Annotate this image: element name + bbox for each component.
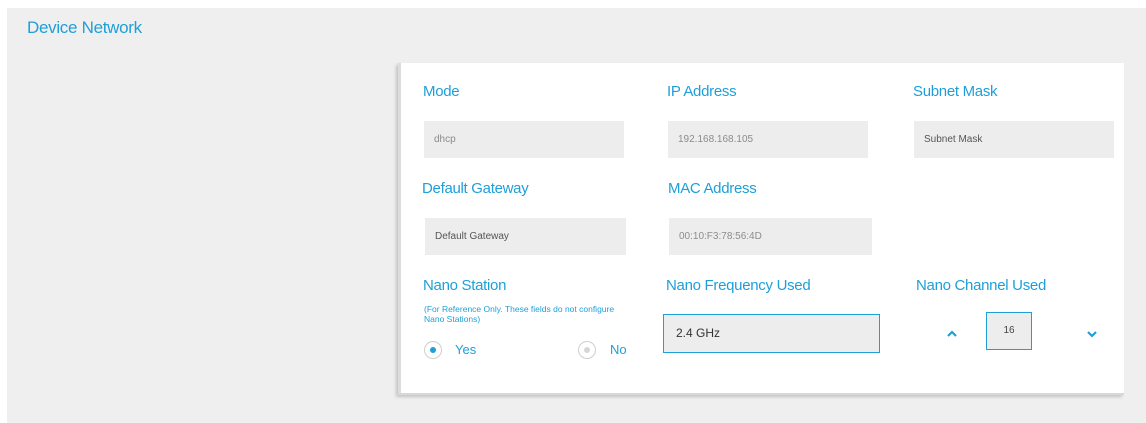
nano-frequency-field[interactable]: 2.4 GHz xyxy=(663,314,880,353)
default-gateway-field[interactable]: Default Gateway xyxy=(425,218,626,255)
default-gateway-label: Default Gateway xyxy=(422,180,529,197)
section-title: Device Network xyxy=(27,18,142,37)
nano-station-no-radio[interactable] xyxy=(578,341,596,359)
mode-label: Mode xyxy=(423,83,460,100)
nano-station-label: Nano Station xyxy=(423,277,507,294)
mac-address-field[interactable]: 00:10:F3:78:56:4D xyxy=(669,218,872,255)
subnet-mask-label: Subnet Mask xyxy=(913,83,998,100)
nano-station-no-label[interactable]: No xyxy=(610,342,627,357)
subnet-mask-field[interactable]: Subnet Mask xyxy=(914,121,1114,158)
nano-station-note: (For Reference Only. These fields do not… xyxy=(424,304,615,324)
mode-field[interactable]: dhcp xyxy=(424,121,624,158)
nano-station-yes-label[interactable]: Yes xyxy=(455,342,476,357)
nano-frequency-label: Nano Frequency Used xyxy=(666,277,811,294)
radio-dot xyxy=(430,347,436,353)
chevron-down-icon[interactable] xyxy=(1084,326,1100,342)
nano-station-yes-radio[interactable] xyxy=(424,341,442,359)
radio-dot xyxy=(584,347,590,353)
nano-channel-label: Nano Channel Used xyxy=(916,277,1046,294)
mac-address-label: MAC Address xyxy=(668,180,757,197)
nano-channel-stepper[interactable]: 16 xyxy=(986,312,1032,350)
chevron-up-icon[interactable] xyxy=(944,326,960,342)
ip-address-label: IP Address xyxy=(667,83,737,100)
ip-address-field[interactable]: 192.168.168.105 xyxy=(668,121,868,158)
